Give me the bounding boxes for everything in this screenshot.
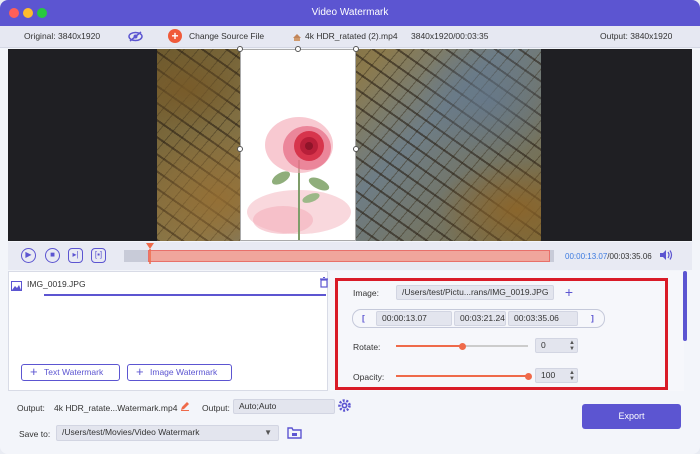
time-display: 00:00:13.07/00:03:35.06 (565, 252, 652, 261)
folder-icon[interactable] (287, 426, 302, 439)
timeline-selection[interactable] (148, 250, 550, 262)
watermark-item-name[interactable]: IMG_0019.JPG (27, 279, 86, 289)
image-watermark-button[interactable]: Image Watermark (127, 364, 232, 381)
save-to-label: Save to: (19, 429, 51, 439)
resize-handle-right[interactable] (353, 146, 359, 152)
change-source-label[interactable]: Change Source File (189, 31, 264, 41)
clip-button[interactable]: [▪] (91, 248, 106, 263)
window-title: Video Watermark (311, 7, 389, 18)
stop-button[interactable]: ■ (45, 248, 60, 263)
current-time: 00:00:13.07 (565, 252, 608, 261)
resize-handle-top-left[interactable] (237, 46, 243, 52)
eye-icon[interactable] (128, 31, 143, 42)
rose-watermark-image (247, 117, 351, 240)
info-bar: Original: 3840x1920 Change Source File 4… (0, 26, 700, 48)
maximize-window-button[interactable] (37, 8, 47, 18)
chevron-down-icon: ▼ (264, 428, 272, 437)
rotate-handle[interactable] (295, 46, 301, 52)
text-watermark-button[interactable]: Text Watermark (21, 364, 120, 381)
close-window-button[interactable] (9, 8, 19, 18)
volume-icon[interactable] (659, 249, 673, 261)
save-path-value: /Users/test/Movies/Video Watermark (62, 427, 200, 437)
file-meta: 3840x1920/00:03:35 (411, 31, 489, 41)
output-filename: 4k HDR_ratate...Watermark.mp4 (54, 403, 178, 413)
title-bar: Video Watermark (0, 0, 700, 26)
next-frame-button[interactable]: ▸| (68, 248, 83, 263)
settings-scrollbar[interactable] (683, 271, 687, 341)
file-name: 4k HDR_ratated (2).mp4 (305, 31, 398, 41)
save-path-dropdown[interactable]: /Users/test/Movies/Video Watermark ▼ (56, 425, 279, 441)
minimize-window-button[interactable] (23, 8, 33, 18)
video-file-icon (293, 34, 301, 41)
export-button[interactable]: Export (582, 404, 681, 429)
play-button[interactable]: ▶ (21, 248, 36, 263)
playhead-marker[interactable] (145, 243, 155, 265)
edit-pencil-icon[interactable] (180, 401, 190, 411)
output-resolution: Output: 3840x1920 (600, 31, 673, 41)
total-time: /00:03:35.06 (607, 252, 652, 261)
trash-icon[interactable] (319, 277, 329, 288)
resize-handle-left[interactable] (237, 146, 243, 152)
output-format-field[interactable]: Auto;Auto (233, 399, 335, 414)
original-resolution: Original: 3840x1920 (24, 31, 101, 41)
output-format-label: Output: (202, 403, 230, 413)
image-icon (11, 281, 22, 291)
image-watermark-overlay[interactable] (240, 49, 356, 241)
app-window: Video Watermark Original: 3840x1920 Chan… (0, 0, 700, 454)
watermark-item-underline (44, 294, 326, 296)
gear-icon[interactable] (338, 399, 351, 412)
output-label: Output: (17, 403, 45, 413)
resize-handle-top-right[interactable] (353, 46, 359, 52)
change-source-button[interactable]: + (168, 29, 182, 43)
highlight-annotation-box (335, 278, 668, 390)
